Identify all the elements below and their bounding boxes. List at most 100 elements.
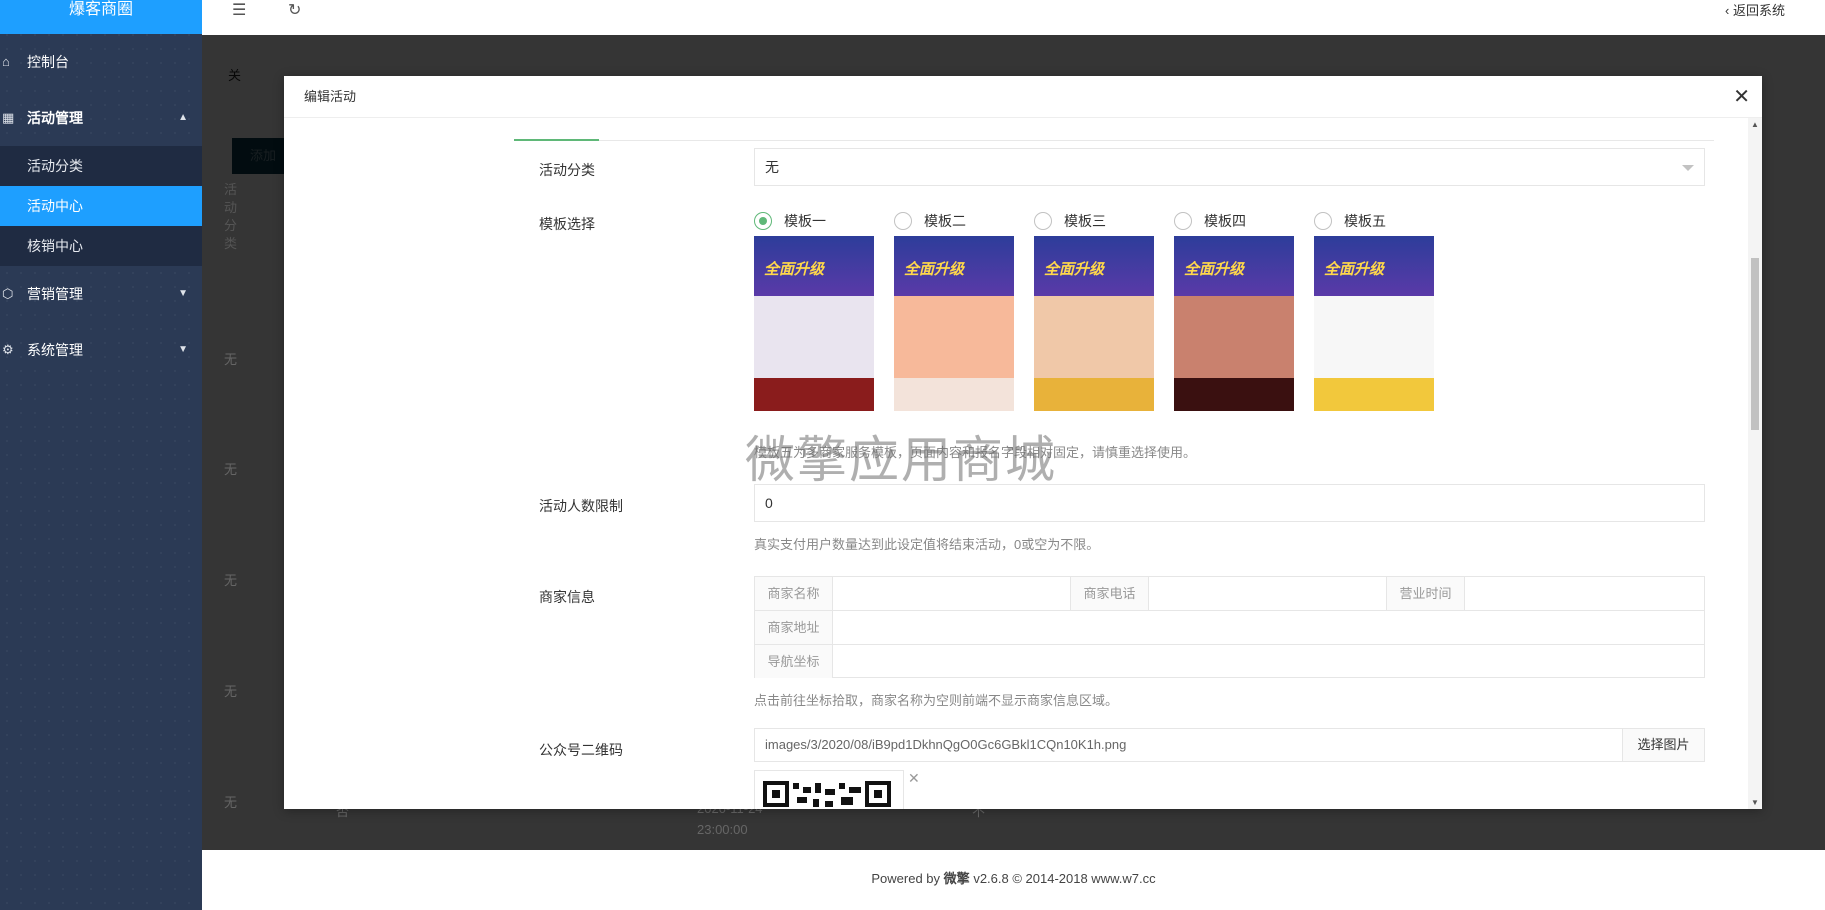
- qrcode-path-input[interactable]: images/3/2020/08/iB9pd1DkhnQgO0Gc6GBkl1C…: [765, 729, 1126, 761]
- watermark: 微擎应用商城: [745, 431, 1057, 489]
- chevron-down-icon: ▼: [178, 288, 188, 299]
- template-preview-image: 全面升级: [1314, 236, 1434, 411]
- sidebar-subitem-verify[interactable]: 核销中心: [0, 226, 202, 266]
- sidebar: 爆客商圈 ⌂ 控制台 ▦ 活动管理 ▲ 活动分类 活动中心 核销中心 ⬡ 营销管…: [0, 0, 202, 910]
- footer-copyright: v2.6.8 © 2014-2018 www.w7.cc: [973, 871, 1156, 886]
- merchant-row: 商家名称 商家电话 营业时间: [755, 577, 1704, 611]
- modal-scrollbar[interactable]: ▲ ▼: [1748, 118, 1762, 809]
- merchant-row: 商家地址: [755, 611, 1704, 645]
- merchant-table: 商家名称 商家电话 营业时间 商家地址 导航坐标: [754, 576, 1705, 678]
- merchant-row: 导航坐标: [755, 645, 1704, 679]
- chevron-down-icon: ▼: [178, 344, 188, 355]
- limit-value: 0: [765, 495, 773, 511]
- radio-unchecked[interactable]: [1034, 212, 1052, 230]
- template-option-5[interactable]: 模板五 全面升级: [1314, 210, 1434, 411]
- merchant-coord-label: 导航坐标: [755, 645, 833, 678]
- template-preview-image: 全面升级: [1034, 236, 1154, 411]
- brand-logo: 爆客商圈: [0, 0, 202, 34]
- table-cell: 无: [224, 684, 238, 699]
- sidebar-item-label: 控制台: [27, 54, 69, 70]
- radio-checked[interactable]: [754, 212, 772, 230]
- sidebar-item-system[interactable]: ⚙ 系统管理 ▼: [0, 322, 202, 378]
- sidebar-item-label: 系统管理: [27, 342, 83, 358]
- back-link[interactable]: ‹ 返回系统: [1725, 0, 1785, 22]
- template-preview-image: 全面升级: [894, 236, 1014, 411]
- template-option-label: 模板四: [1204, 213, 1246, 229]
- grid-icon: ▦: [2, 110, 15, 125]
- radio-unchecked[interactable]: [1174, 212, 1192, 230]
- template-label: 模板选择: [539, 216, 595, 232]
- template-option-2[interactable]: 模板二 全面升级: [894, 210, 1014, 411]
- qrcode-image-field: images/3/2020/08/iB9pd1DkhnQgO0Gc6GBkl1C…: [754, 728, 1705, 762]
- template-option-label: 模板五: [1344, 213, 1386, 229]
- merchant-label: 商家信息: [539, 589, 595, 605]
- merchant-hours-label: 营业时间: [1387, 577, 1465, 610]
- chevron-left-icon: ‹: [1725, 3, 1730, 18]
- refresh-icon[interactable]: ↻: [288, 0, 301, 24]
- menu-collapse-icon[interactable]: ☰: [232, 0, 246, 24]
- gear-icon: ⚙: [2, 342, 14, 357]
- scroll-up-icon[interactable]: ▲: [1751, 120, 1759, 129]
- footer: Powered by 微擎 v2.6.8 © 2014-2018 www.w7.…: [202, 850, 1825, 910]
- preview-title: 全面升级: [1184, 261, 1245, 278]
- preview-title: 全面升级: [904, 261, 965, 278]
- limit-help: 真实支付用户数量达到此设定值将结束活动，0或空为不限。: [754, 537, 1100, 552]
- qrcode-thumbnail: [754, 770, 904, 809]
- merchant-name-label: 商家名称: [755, 577, 833, 610]
- template-option-3[interactable]: 模板三 全面升级: [1034, 210, 1154, 411]
- preview-title: 全面升级: [1044, 261, 1105, 278]
- scroll-down-icon[interactable]: ▼: [1751, 798, 1759, 807]
- template-option-1[interactable]: 模板一 全面升级: [754, 210, 874, 411]
- modal-header: 编辑活动 ✕: [284, 76, 1762, 118]
- col-header-2: 动: [224, 200, 238, 215]
- merchant-hours-input[interactable]: [1465, 577, 1704, 610]
- category-value: 无: [765, 159, 779, 175]
- merchant-phone-input[interactable]: [1149, 577, 1387, 610]
- category-select[interactable]: 无: [754, 148, 1705, 186]
- close-icon[interactable]: ✕: [1733, 76, 1750, 118]
- merchant-help[interactable]: 点击前往坐标拾取，商家名称为空则前端不显示商家信息区域。: [754, 690, 1118, 709]
- merchant-name-input[interactable]: [833, 577, 1071, 610]
- sidebar-item-marketing[interactable]: ⬡ 营销管理 ▼: [0, 266, 202, 322]
- preview-title: 全面升级: [764, 261, 825, 278]
- topbar: ☰ ↻ ‹ 返回系统: [202, 0, 1825, 35]
- choose-image-button[interactable]: 选择图片: [1622, 729, 1704, 761]
- limit-label: 活动人数限制: [539, 498, 623, 514]
- sidebar-item-dashboard[interactable]: ⌂ 控制台: [0, 34, 202, 90]
- footer-brand[interactable]: 微擎: [944, 871, 970, 886]
- footer-prefix: Powered by: [871, 871, 941, 886]
- category-label: 活动分类: [539, 162, 595, 178]
- col-header-1: 活: [224, 182, 238, 197]
- scrollbar-thumb[interactable]: [1751, 258, 1759, 430]
- back-label: 返回系统: [1732, 3, 1785, 18]
- col-header-3: 分: [224, 218, 238, 233]
- sidebar-item-label: 活动管理: [27, 110, 83, 126]
- template-option-4[interactable]: 模板四 全面升级: [1174, 210, 1294, 411]
- merchant-phone-label: 商家电话: [1071, 577, 1149, 610]
- sidebar-submenu: 活动分类 活动中心 核销中心: [0, 146, 202, 266]
- chevron-up-icon: ▲: [178, 112, 188, 123]
- merchant-coord-input[interactable]: [833, 645, 1704, 678]
- sidebar-subitem-center[interactable]: 活动中心: [0, 186, 202, 226]
- qrcode-label: 公众号二维码: [539, 742, 623, 758]
- template-option-label: 模板三: [1064, 213, 1106, 229]
- merchant-address-input[interactable]: [833, 611, 1704, 644]
- modal-title: 编辑活动: [304, 89, 357, 104]
- sidebar-item-activity[interactable]: ▦ 活动管理 ▲: [0, 90, 202, 146]
- sidebar-subitem-category[interactable]: 活动分类: [0, 146, 202, 186]
- template-preview-image: 全面升级: [1174, 236, 1294, 411]
- table-cell: 无: [224, 795, 238, 810]
- home-icon: ⌂: [2, 54, 10, 69]
- sidebar-item-label: 营销管理: [27, 286, 83, 302]
- radio-unchecked[interactable]: [1314, 212, 1332, 230]
- template-preview-image: 全面升级: [754, 236, 874, 411]
- table-cell: 无: [224, 573, 238, 588]
- remove-image-icon[interactable]: ✕: [908, 770, 920, 787]
- radio-unchecked[interactable]: [894, 212, 912, 230]
- qrcode-image: [763, 781, 891, 807]
- table-cell: 无: [224, 352, 238, 367]
- template-option-label: 模板二: [924, 213, 966, 229]
- template-option-label: 模板一: [784, 213, 826, 229]
- table-cell: 23:00:00: [697, 822, 748, 837]
- preview-title: 全面升级: [1324, 261, 1385, 278]
